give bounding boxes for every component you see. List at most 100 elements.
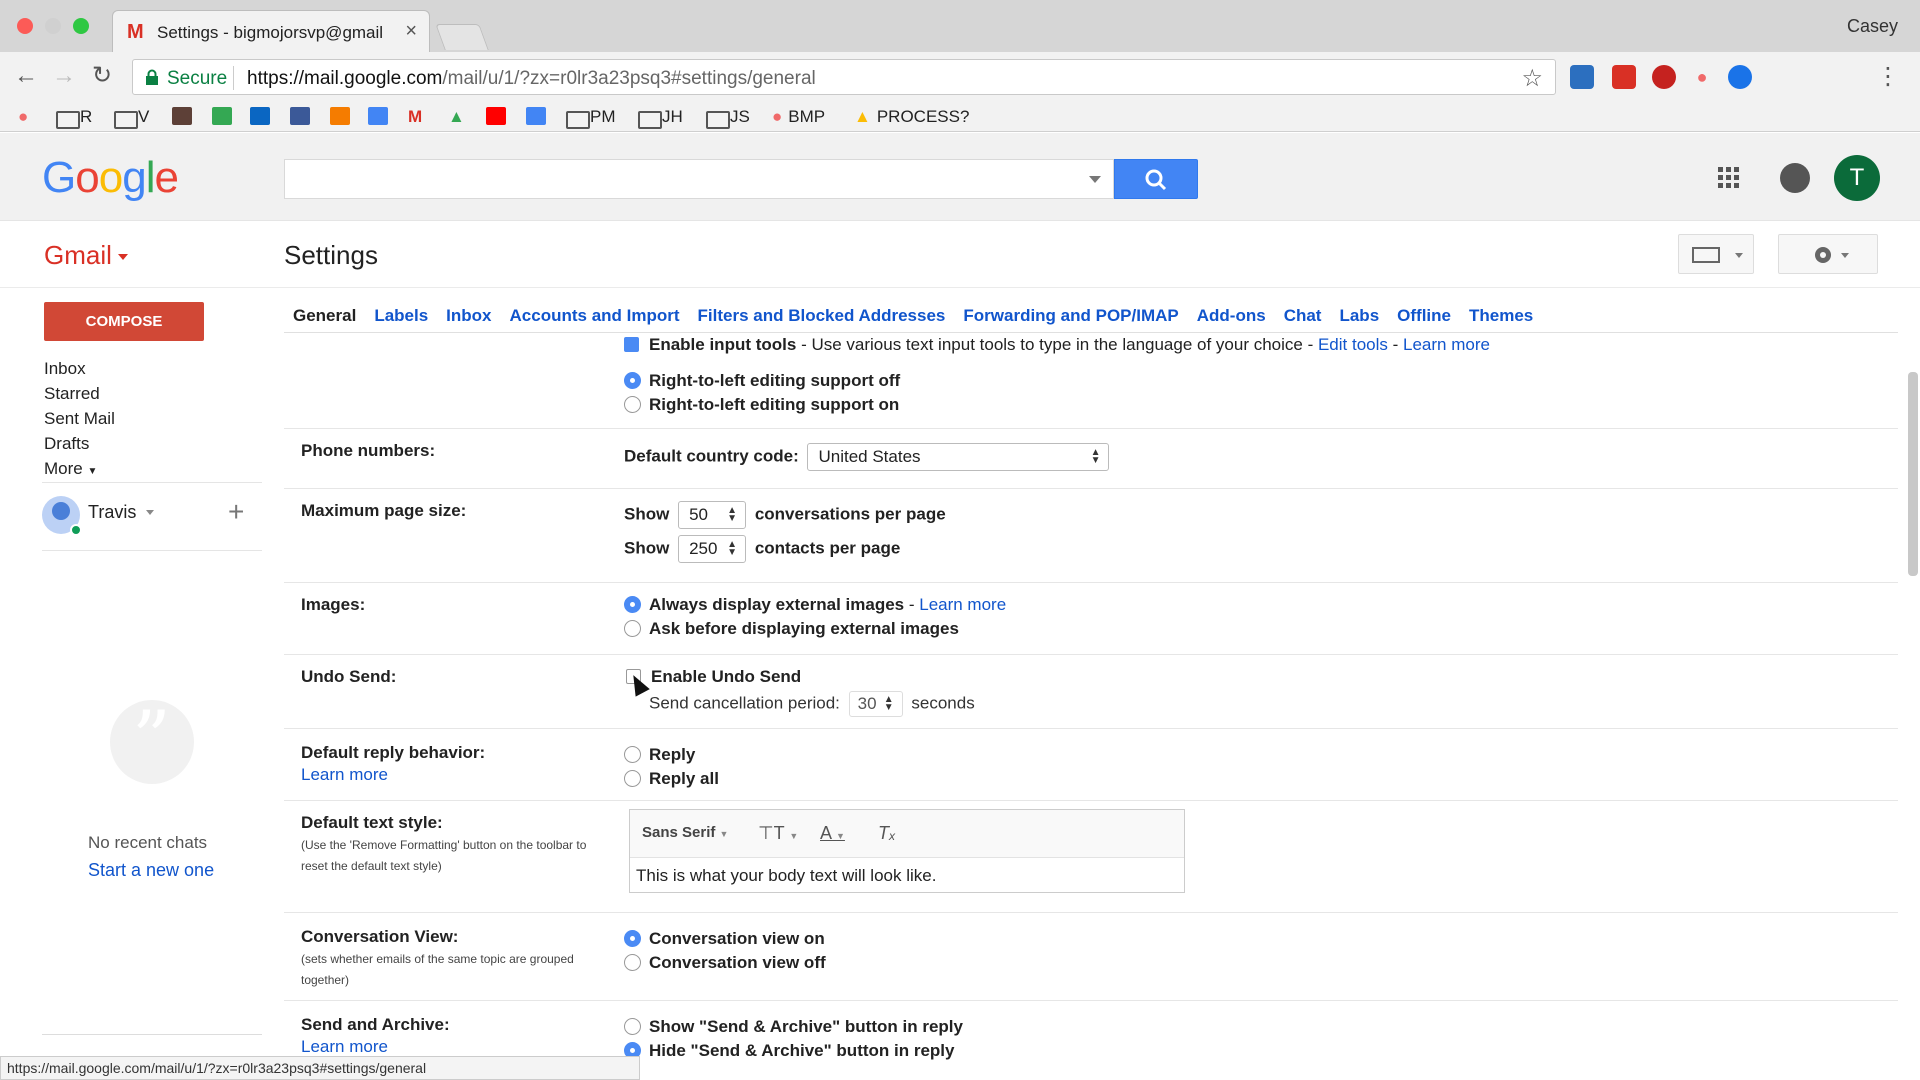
k-bookmark-icon[interactable] — [172, 107, 192, 125]
font-family-select[interactable]: Sans Serif ▼ — [642, 824, 728, 841]
bookmark-folder-js[interactable]: JS — [706, 106, 750, 129]
apps-grid-icon[interactable] — [1718, 167, 1740, 189]
always-display-images-radio[interactable] — [624, 596, 641, 613]
remove-formatting-icon[interactable]: Tₓ — [878, 823, 896, 844]
browser-menu-icon[interactable]: ⋮ — [1876, 62, 1900, 91]
ask-before-images-radio[interactable] — [624, 620, 641, 637]
cancellation-period-select[interactable]: 30 ▲ ▼ — [848, 691, 903, 717]
chat-user-row[interactable]: Travis + — [42, 494, 262, 536]
nav-starred[interactable]: Starred — [44, 381, 115, 406]
address-bar[interactable]: Secure https://mail.google.com/mail/u/1/… — [132, 59, 1556, 95]
tab-accounts-and-import[interactable]: Accounts and Import — [501, 296, 689, 336]
hide-send-archive-option[interactable]: Hide "Send & Archive" button in reply — [624, 1041, 954, 1061]
tab-labels[interactable]: Labels — [365, 296, 437, 336]
h-bookmark-icon[interactable] — [330, 107, 350, 125]
gmail-menu[interactable]: Gmail — [44, 240, 128, 271]
tab-general[interactable]: General — [284, 296, 365, 336]
tab-forwarding[interactable]: Forwarding and POP/IMAP — [954, 296, 1187, 336]
rtl-off-radio[interactable] — [624, 372, 641, 389]
minimize-window-button[interactable] — [45, 18, 61, 34]
tab-inbox[interactable]: Inbox — [437, 296, 500, 336]
nav-drafts[interactable]: Drafts — [44, 431, 115, 456]
asana-extension-icon[interactable]: ● — [1690, 65, 1714, 89]
show-send-archive-option[interactable]: Show "Send & Archive" button in reply — [624, 1017, 963, 1037]
always-display-images-option[interactable]: Always display external images - Learn m… — [624, 595, 1006, 615]
page-scrollbar[interactable] — [1908, 372, 1918, 576]
nav-sent-mail[interactable]: Sent Mail — [44, 406, 115, 431]
tab-offline[interactable]: Offline — [1388, 296, 1460, 336]
browser-profile[interactable]: Casey — [1847, 16, 1898, 37]
bookmark-star-icon[interactable]: ☆ — [1521, 64, 1543, 93]
new-tab-button[interactable] — [435, 24, 489, 50]
compose-button[interactable]: COMPOSE — [44, 302, 204, 341]
ask-before-images-option[interactable]: Ask before displaying external images — [624, 619, 959, 639]
bookmark-bmp[interactable]: ● BMP — [772, 106, 825, 128]
tab-labs[interactable]: Labs — [1330, 296, 1388, 336]
rtl-on-radio[interactable] — [624, 396, 641, 413]
back-arrow-icon[interactable]: ← — [14, 62, 38, 90]
settings-gear-button[interactable] — [1778, 234, 1878, 274]
tab-filters[interactable]: Filters and Blocked Addresses — [689, 296, 955, 336]
images-learn-more-link[interactable]: Learn more — [919, 595, 1006, 614]
youtube-bookmark-icon[interactable] — [486, 107, 506, 125]
notifications-bell-icon[interactable] — [1780, 163, 1810, 193]
calendar-extension-icon[interactable] — [1612, 65, 1636, 89]
country-code-select[interactable]: United States ▲ ▼ — [807, 443, 1110, 471]
search-input[interactable] — [284, 159, 1114, 199]
maximize-window-button[interactable] — [73, 18, 89, 34]
gmail-bookmark-icon[interactable]: M — [408, 106, 422, 128]
reply-option[interactable]: Reply — [624, 745, 695, 765]
start-new-chat-link[interactable]: Start a new one — [88, 860, 214, 881]
new-chat-plus-icon[interactable]: + — [228, 496, 244, 528]
input-tools-learn-more-link[interactable]: Learn more — [1403, 335, 1490, 354]
close-window-button[interactable] — [17, 18, 33, 34]
nav-inbox[interactable]: Inbox — [44, 356, 115, 381]
nav-more[interactable]: More ▼ — [44, 456, 115, 481]
asana-bookmark-icon[interactable]: ● — [18, 106, 28, 128]
reply-all-radio[interactable] — [624, 770, 641, 787]
calendar-bookmark-icon[interactable] — [368, 107, 388, 125]
bookmark-folder-v[interactable]: V — [114, 106, 149, 129]
edit-tools-link[interactable]: Edit tools — [1318, 335, 1388, 354]
contacts-per-page-select[interactable]: 250 ▲ ▼ — [678, 535, 747, 563]
browser-tab-settings[interactable]: M Settings - bigmojorsvp@gmail × — [112, 10, 430, 52]
chevron-down-icon[interactable] — [146, 510, 154, 515]
text-color-icon[interactable]: A ▼ — [820, 823, 845, 844]
bookmark-folder-r[interactable]: R — [56, 106, 92, 129]
text-style-sample[interactable]: This is what your body text will look li… — [636, 866, 936, 886]
bookmark-folder-jh[interactable]: JH — [638, 106, 683, 129]
maps-bookmark-icon[interactable] — [212, 107, 232, 125]
search-options-caret-icon[interactable] — [1089, 176, 1101, 183]
close-tab-icon[interactable]: × — [405, 20, 417, 43]
url-text[interactable]: https://mail.google.com/mail/u/1/?zx=r0l… — [247, 68, 816, 90]
tab-chat[interactable]: Chat — [1275, 296, 1331, 336]
conversation-view-on-radio[interactable] — [624, 930, 641, 947]
conversation-view-off-radio[interactable] — [624, 954, 641, 971]
input-tools-button[interactable] — [1678, 234, 1754, 274]
compass-extension-icon[interactable] — [1728, 65, 1752, 89]
enable-undo-send-option[interactable]: Enable Undo Send — [626, 667, 801, 687]
show-send-archive-radio[interactable] — [624, 1018, 641, 1035]
reload-icon[interactable]: ↻ — [92, 62, 112, 90]
tab-add-ons[interactable]: Add-ons — [1188, 296, 1275, 336]
reply-learn-more-link[interactable]: Learn more — [301, 765, 388, 785]
reply-radio[interactable] — [624, 746, 641, 763]
rtl-on-option[interactable]: Right-to-left editing support on — [624, 395, 899, 415]
rtl-off-option[interactable]: Right-to-left editing support off — [624, 371, 900, 391]
conversation-view-on-option[interactable]: Conversation view on — [624, 929, 825, 949]
reply-all-option[interactable]: Reply all — [624, 769, 719, 789]
search-button[interactable] — [1114, 159, 1198, 199]
drive-bookmark-icon[interactable]: ▲ — [448, 106, 465, 128]
forward-arrow-icon[interactable]: → — [52, 62, 76, 90]
facebook-bookmark-icon[interactable] — [290, 107, 310, 125]
send-archive-learn-more-link[interactable]: Learn more — [301, 1037, 388, 1057]
adblock-extension-icon[interactable] — [1652, 65, 1676, 89]
google-logo[interactable]: Google — [42, 153, 179, 203]
conversation-view-off-option[interactable]: Conversation view off — [624, 953, 826, 973]
font-size-icon[interactable]: ⊤T ▼ — [758, 823, 798, 844]
input-tools-checkbox[interactable] — [624, 337, 639, 352]
docs-bookmark-icon[interactable] — [526, 107, 546, 125]
tab-themes[interactable]: Themes — [1460, 296, 1542, 336]
news-extension-icon[interactable] — [1570, 65, 1594, 89]
bookmark-folder-pm[interactable]: PM — [566, 106, 616, 129]
